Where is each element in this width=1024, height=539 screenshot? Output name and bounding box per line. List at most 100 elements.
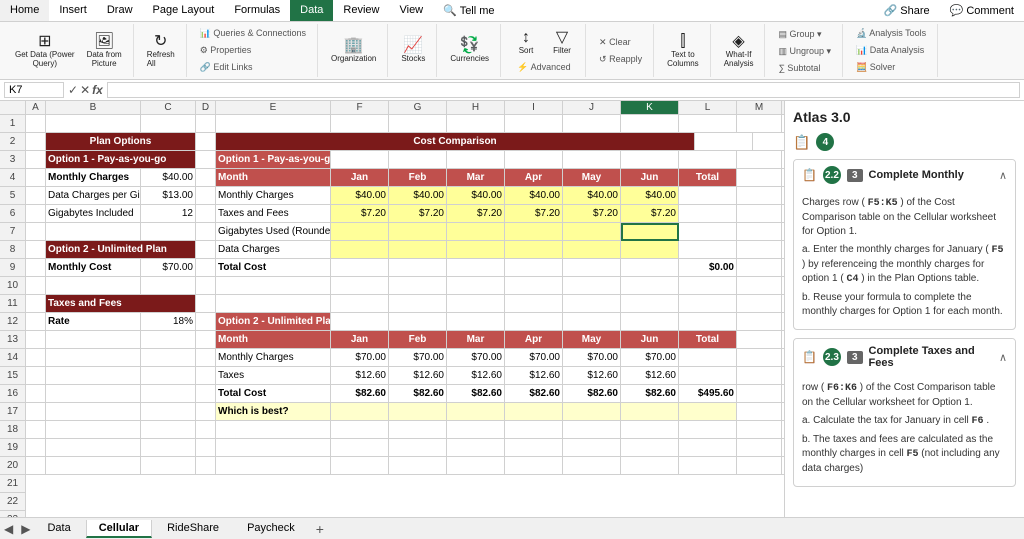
cell-c17[interactable] bbox=[141, 403, 196, 421]
tab-data[interactable]: Data bbox=[290, 0, 333, 21]
cell-i12[interactable] bbox=[505, 313, 563, 331]
cell-h17[interactable] bbox=[447, 403, 505, 421]
col-header-j[interactable]: J bbox=[563, 101, 621, 114]
b20[interactable] bbox=[46, 457, 141, 475]
row-num-11[interactable]: 11 bbox=[0, 295, 26, 313]
cell-c7[interactable] bbox=[141, 223, 196, 241]
cell-a1[interactable] bbox=[26, 115, 46, 133]
cell-j5[interactable]: $40.00 bbox=[563, 187, 621, 205]
f20[interactable] bbox=[331, 457, 389, 475]
cell-m9[interactable] bbox=[737, 259, 782, 277]
cell-d7[interactable] bbox=[196, 223, 216, 241]
cell-a2[interactable] bbox=[26, 133, 46, 151]
h20[interactable] bbox=[447, 457, 505, 475]
row-num-13[interactable]: 13 bbox=[0, 331, 26, 349]
cell-b1[interactable] bbox=[46, 115, 141, 133]
text-to-columns-button[interactable]: ⫿ Text toColumns bbox=[662, 31, 704, 71]
cell-j15[interactable]: $12.60 bbox=[563, 367, 621, 385]
cell-g4-feb[interactable]: Feb bbox=[389, 169, 447, 187]
a19[interactable] bbox=[26, 439, 46, 457]
row-num-21[interactable]: 21 bbox=[0, 475, 26, 493]
cell-g13-feb[interactable]: Feb bbox=[389, 331, 447, 349]
j18[interactable] bbox=[563, 421, 621, 439]
cell-b2-plan-header[interactable]: Plan Options bbox=[46, 133, 196, 151]
refresh-button[interactable]: ↻ RefreshAll bbox=[142, 31, 180, 71]
cell-g10[interactable] bbox=[389, 277, 447, 295]
task-2-3-collapse-icon[interactable]: ∧ bbox=[999, 351, 1007, 364]
cell-d11[interactable] bbox=[196, 295, 216, 313]
cell-i9[interactable] bbox=[505, 259, 563, 277]
cell-k6[interactable]: $7.20 bbox=[621, 205, 679, 223]
cell-m4[interactable] bbox=[737, 169, 782, 187]
cell-e10[interactable] bbox=[216, 277, 331, 295]
cell-a13[interactable] bbox=[26, 331, 46, 349]
cell-i15[interactable]: $12.60 bbox=[505, 367, 563, 385]
k20[interactable] bbox=[621, 457, 679, 475]
row-num-22[interactable]: 22 bbox=[0, 493, 26, 511]
cell-b3-opt1[interactable]: Option 1 - Pay-as-you-go bbox=[46, 151, 196, 169]
cell-h8[interactable] bbox=[447, 241, 505, 259]
cell-e7-gb-used[interactable]: Gigabytes Used (Rounded) bbox=[216, 223, 331, 241]
sheet-nav-left[interactable]: ◀ bbox=[0, 522, 17, 536]
task-2-2-collapse-icon[interactable]: ∧ bbox=[999, 169, 1007, 182]
cell-k9[interactable] bbox=[621, 259, 679, 277]
cell-j10[interactable] bbox=[563, 277, 621, 295]
e18[interactable] bbox=[216, 421, 331, 439]
cell-h15[interactable]: $12.60 bbox=[447, 367, 505, 385]
cell-g6[interactable]: $7.20 bbox=[389, 205, 447, 223]
cell-a11[interactable] bbox=[26, 295, 46, 313]
cell-m13[interactable] bbox=[737, 331, 782, 349]
cell-m15[interactable] bbox=[737, 367, 782, 385]
cell-j16[interactable]: $82.60 bbox=[563, 385, 621, 403]
sheet-nav-right[interactable]: ▶ bbox=[17, 522, 34, 536]
cell-a6[interactable] bbox=[26, 205, 46, 223]
cell-a12[interactable] bbox=[26, 313, 46, 331]
what-if-button[interactable]: ◈ What-IfAnalysis bbox=[719, 31, 759, 71]
properties-button[interactable]: ⚙ Properties bbox=[195, 43, 257, 58]
row-num-10[interactable]: 10 bbox=[0, 277, 26, 295]
cell-e4-month-label[interactable]: Month bbox=[216, 169, 331, 187]
cell-h4-mar[interactable]: Mar bbox=[447, 169, 505, 187]
g19[interactable] bbox=[389, 439, 447, 457]
cell-g7[interactable] bbox=[389, 223, 447, 241]
cell-d2[interactable] bbox=[196, 133, 216, 151]
cell-c9-mc-val[interactable]: $70.00 bbox=[141, 259, 196, 277]
cell-h12[interactable] bbox=[447, 313, 505, 331]
cell-reference-input[interactable] bbox=[4, 82, 64, 98]
cell-f7[interactable] bbox=[331, 223, 389, 241]
cell-g1[interactable] bbox=[389, 115, 447, 133]
row-num-23[interactable]: 23 bbox=[0, 511, 26, 517]
cell-i5[interactable]: $40.00 bbox=[505, 187, 563, 205]
cell-c5-dc-val[interactable]: $13.00 bbox=[141, 187, 196, 205]
row-num-3[interactable]: 3 bbox=[0, 151, 26, 169]
cell-f4-jan[interactable]: Jan bbox=[331, 169, 389, 187]
cell-j13-may[interactable]: May bbox=[563, 331, 621, 349]
cell-f17[interactable] bbox=[331, 403, 389, 421]
cell-k8[interactable] bbox=[621, 241, 679, 259]
cell-m2[interactable] bbox=[753, 133, 784, 151]
row-num-1[interactable]: 1 bbox=[0, 115, 26, 133]
sheet-tab-data[interactable]: Data bbox=[34, 520, 83, 537]
share-button[interactable]: 🔗 Share bbox=[874, 0, 940, 21]
cell-i4-apr[interactable]: Apr bbox=[505, 169, 563, 187]
cell-m16[interactable] bbox=[737, 385, 782, 403]
cell-i7[interactable] bbox=[505, 223, 563, 241]
cell-f1[interactable] bbox=[331, 115, 389, 133]
cell-l7[interactable] bbox=[679, 223, 737, 241]
cell-j3[interactable] bbox=[563, 151, 621, 169]
col-header-k[interactable]: K bbox=[621, 101, 679, 114]
stocks-button[interactable]: 📈 Stocks bbox=[396, 35, 430, 66]
cell-e2-cost-header[interactable]: Cost Comparison bbox=[216, 133, 695, 151]
cell-a4[interactable] bbox=[26, 169, 46, 187]
e19[interactable] bbox=[216, 439, 331, 457]
cell-j4-may[interactable]: May bbox=[563, 169, 621, 187]
sheet-tab-rideshare[interactable]: RideShare bbox=[154, 520, 232, 537]
b19[interactable] bbox=[46, 439, 141, 457]
cell-f12[interactable] bbox=[331, 313, 389, 331]
cell-g14[interactable]: $70.00 bbox=[389, 349, 447, 367]
j20[interactable] bbox=[563, 457, 621, 475]
cell-d4[interactable] bbox=[196, 169, 216, 187]
cell-l14[interactable] bbox=[679, 349, 737, 367]
cell-b6-gb-label[interactable]: Gigabytes Included bbox=[46, 205, 141, 223]
group-button[interactable]: ▤ Group ▾ bbox=[773, 27, 826, 42]
